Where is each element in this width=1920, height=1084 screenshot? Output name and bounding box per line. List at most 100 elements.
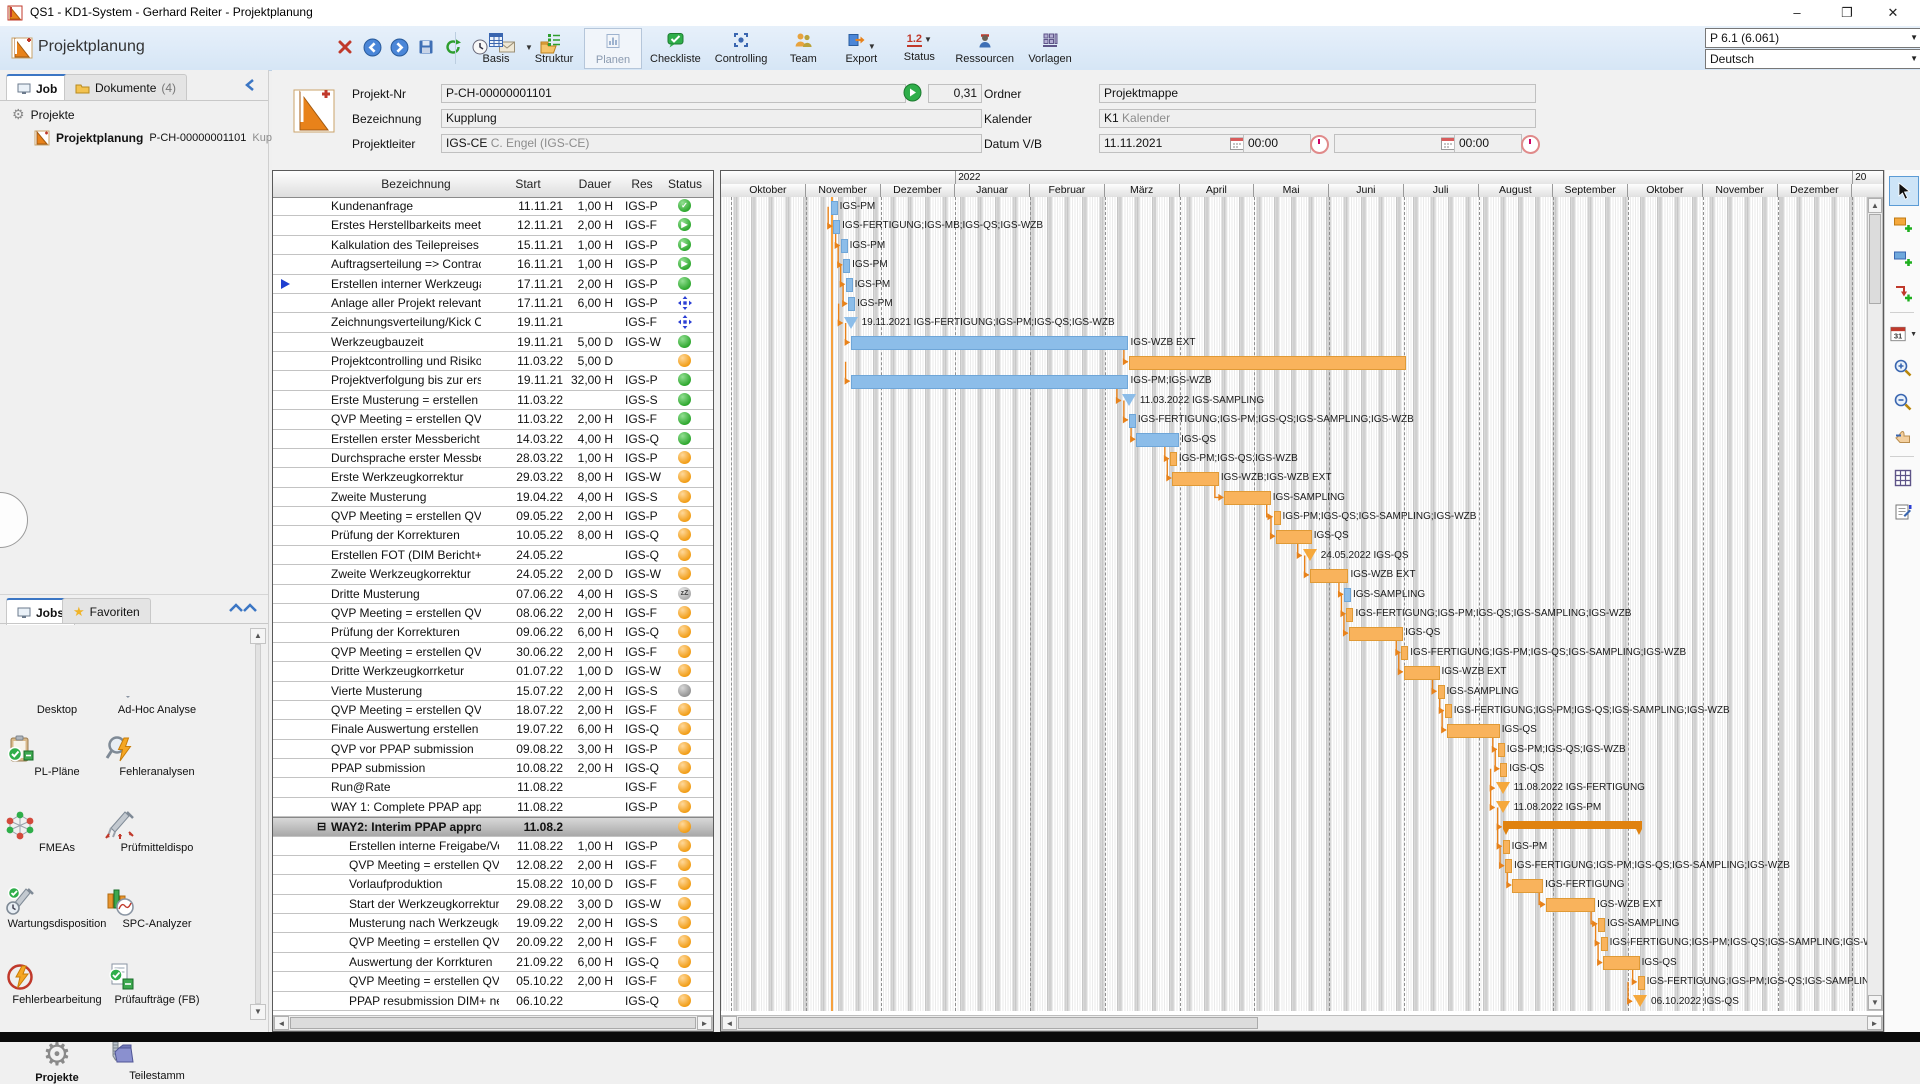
run-button[interactable] bbox=[903, 83, 922, 102]
add-bar-blue-button[interactable] bbox=[1889, 244, 1917, 272]
task-row[interactable]: Musterung nach Werkzeugkor19.09.222,00 H… bbox=[273, 914, 713, 933]
nav-forward-icon[interactable] bbox=[388, 36, 410, 58]
task-row[interactable]: Erstes Herstellbarkeits meeting12.11.212… bbox=[273, 216, 713, 235]
select-cursor-button[interactable] bbox=[1889, 176, 1919, 206]
zoom-in-button[interactable] bbox=[1889, 354, 1917, 382]
kalender-input[interactable]: K1 Kalender bbox=[1099, 109, 1536, 128]
gantt-bar[interactable] bbox=[1349, 627, 1403, 641]
gantt-bar[interactable] bbox=[1447, 724, 1500, 738]
gantt-bar[interactable] bbox=[1346, 608, 1353, 622]
launcher-item-teilestamm[interactable]: Teilestamm bbox=[105, 1038, 209, 1082]
gantt-bar[interactable] bbox=[1170, 452, 1177, 466]
gantt-milestone[interactable] bbox=[1122, 394, 1136, 406]
gantt-bar[interactable] bbox=[1445, 704, 1452, 718]
gantt-bar[interactable] bbox=[1601, 937, 1608, 951]
gantt-summary-bar[interactable] bbox=[1503, 821, 1643, 829]
task-row[interactable]: Finale Auswertung erstellen PPA19.07.226… bbox=[273, 720, 713, 739]
gantt-bar[interactable] bbox=[1136, 433, 1179, 447]
launcher-item-fehlerbearbeitung[interactable]: Fehlerbearbeitung bbox=[5, 962, 109, 1006]
task-row[interactable]: QVP Meeting = erstellen QVP Pr08.06.222,… bbox=[273, 604, 713, 623]
gantt-milestone[interactable] bbox=[1633, 995, 1647, 1007]
task-row[interactable]: QVP Meeting = erstellen QVP Pr18.07.222,… bbox=[273, 701, 713, 720]
task-row[interactable]: Auswertung der Korrkturen21.09.226,00 HI… bbox=[273, 953, 713, 972]
scroll-down-button[interactable]: ▼ bbox=[250, 1004, 266, 1020]
scroll-up-button[interactable]: ▲ bbox=[1868, 198, 1882, 213]
task-row[interactable]: Erste Werkzeugkorrektur29.03.228,00 HIGS… bbox=[273, 468, 713, 487]
toolbar-button-ressourcen[interactable]: Ressourcen bbox=[949, 28, 1020, 67]
task-row[interactable]: Zweite Werkzeugkorrektur24.05.222,00 DIG… bbox=[273, 565, 713, 584]
scroll-thumb[interactable] bbox=[290, 1017, 696, 1029]
calendar-31-button[interactable]: 31▼ bbox=[1889, 320, 1917, 348]
scroll-right-button[interactable]: ► bbox=[1867, 1016, 1882, 1030]
toolbar-button-status[interactable]: 1.2▼Status bbox=[891, 28, 947, 65]
gantt-bar[interactable] bbox=[1503, 840, 1510, 854]
gantt-milestone[interactable] bbox=[1496, 801, 1510, 813]
gantt-milestone[interactable] bbox=[844, 317, 858, 329]
save-icon[interactable] bbox=[415, 36, 437, 58]
clock-picker-icon[interactable] bbox=[1310, 135, 1329, 154]
gantt-milestone[interactable] bbox=[1303, 549, 1317, 561]
column-header-bezeichnung[interactable]: Bezeichnung bbox=[381, 177, 450, 191]
gantt-bar[interactable] bbox=[1598, 918, 1605, 932]
launcher-item-plplaene[interactable]: PL-Pläne bbox=[5, 734, 109, 778]
calendar-icon[interactable] bbox=[1441, 137, 1455, 150]
toolbar-button-vorlagen[interactable]: Vorlagen bbox=[1022, 28, 1078, 67]
toolbar-button-planen[interactable]: Planen bbox=[584, 28, 642, 69]
table-h-scrollbar[interactable]: ◄ ► bbox=[273, 1015, 713, 1031]
gantt-bar[interactable] bbox=[846, 278, 853, 292]
launcher-scrollbar[interactable] bbox=[255, 644, 261, 1004]
minimize-button[interactable]: – bbox=[1774, 0, 1820, 26]
column-header-status[interactable]: Status bbox=[668, 177, 702, 191]
chevron-down-icon[interactable]: ▼ bbox=[924, 35, 932, 44]
toolbar-button-basis[interactable]: Basis bbox=[468, 28, 524, 67]
task-row[interactable]: Auftragserteilung => Contractre16.11.211… bbox=[273, 255, 713, 274]
tree-item-projekte[interactable]: ⚙ Projekte bbox=[12, 106, 75, 123]
collapse-expander-icon[interactable]: ⊟ bbox=[317, 820, 326, 833]
launcher-item-pruefauftraege[interactable]: Prüfaufträge (FB) bbox=[105, 962, 209, 1006]
language-select[interactable]: Deutsch▼ bbox=[1705, 49, 1920, 69]
gantt-bar[interactable] bbox=[1546, 898, 1595, 912]
nav-back-icon[interactable] bbox=[361, 36, 383, 58]
gantt-bar[interactable] bbox=[1603, 956, 1640, 970]
gantt-bar[interactable] bbox=[1129, 414, 1136, 428]
toolbar-button-team[interactable]: Team bbox=[775, 28, 831, 67]
maximize-button[interactable]: ❐ bbox=[1824, 0, 1870, 26]
launcher-item-wartung[interactable]: Wartungsdisposition bbox=[5, 886, 109, 930]
tree-item-projektplanung[interactable]: Projektplanung P-CH-00000001101 Kuppl... bbox=[34, 130, 290, 146]
task-row[interactable]: WAY 1: Complete PPAP approval11.08.22IGS… bbox=[273, 798, 713, 817]
zoom-out-button[interactable] bbox=[1889, 388, 1917, 416]
gantt-v-scrollbar[interactable]: ▲ ▼ bbox=[1867, 197, 1883, 1011]
toolbar-button-export[interactable]: ▼Export bbox=[833, 28, 889, 67]
task-row[interactable]: Vorlaufproduktion15.08.2210,00 DIGS-F bbox=[273, 875, 713, 894]
gantt-bar[interactable] bbox=[1276, 530, 1312, 544]
launcher-item-spc[interactable]: SPC-Analyzer bbox=[105, 886, 209, 930]
gantt-bar[interactable] bbox=[1310, 569, 1349, 583]
task-row[interactable]: Projektcontrolling und Risikoabs11.03.22… bbox=[273, 352, 713, 371]
edit-note-button[interactable] bbox=[1889, 498, 1917, 526]
gantt-bar[interactable] bbox=[1401, 646, 1408, 660]
collapse-sidebar-icon[interactable] bbox=[244, 78, 256, 92]
scroll-down-button[interactable]: ▼ bbox=[1868, 995, 1882, 1010]
task-row[interactable]: QVP Meeting = erstellen QVP05.10.222,00 … bbox=[273, 972, 713, 991]
launcher-item-desktop[interactable]: Desktop bbox=[5, 696, 109, 716]
task-row[interactable]: Kalkulation des Teilepreises incl.15.11.… bbox=[273, 236, 713, 255]
tab-favoriten[interactable]: ★ Favoriten bbox=[62, 598, 151, 624]
task-row[interactable]: Erstellen FOT (DIM Bericht+ IR24.05.22IG… bbox=[273, 546, 713, 565]
calendar-icon[interactable] bbox=[1230, 137, 1244, 150]
datum-bis-input[interactable] bbox=[1334, 134, 1458, 153]
task-row[interactable]: Projektverfolgung bis zur ersten19.11.21… bbox=[273, 371, 713, 390]
gantt-bar[interactable] bbox=[1438, 685, 1445, 699]
chevron-down-icon[interactable]: ▼ bbox=[868, 42, 876, 51]
gantt-bar[interactable] bbox=[848, 297, 855, 311]
gantt-milestone[interactable] bbox=[1496, 782, 1510, 794]
task-row[interactable]: Erste Musterung = erstellen Mu11.03.22IG… bbox=[273, 391, 713, 410]
task-row[interactable]: Erstellen interne Freigabe/Ve11.08.221,0… bbox=[273, 837, 713, 856]
scroll-thumb[interactable] bbox=[738, 1017, 1258, 1029]
bezeichnung-input[interactable]: Kupplung bbox=[441, 109, 982, 128]
scroll-left-button[interactable]: ◄ bbox=[722, 1016, 737, 1030]
scroll-thumb[interactable] bbox=[1869, 214, 1881, 304]
task-row[interactable]: PPAP resubmission DIM+ ne06.10.22IGS-Q bbox=[273, 992, 713, 1011]
gantt-h-scrollbar[interactable]: ◄ ► bbox=[721, 1015, 1883, 1031]
launcher-item-pruefmittel[interactable]: Prüfmitteldispo bbox=[105, 810, 209, 854]
launcher-item-adhoc[interactable]: Ad-Hoc Analyse bbox=[105, 696, 209, 716]
